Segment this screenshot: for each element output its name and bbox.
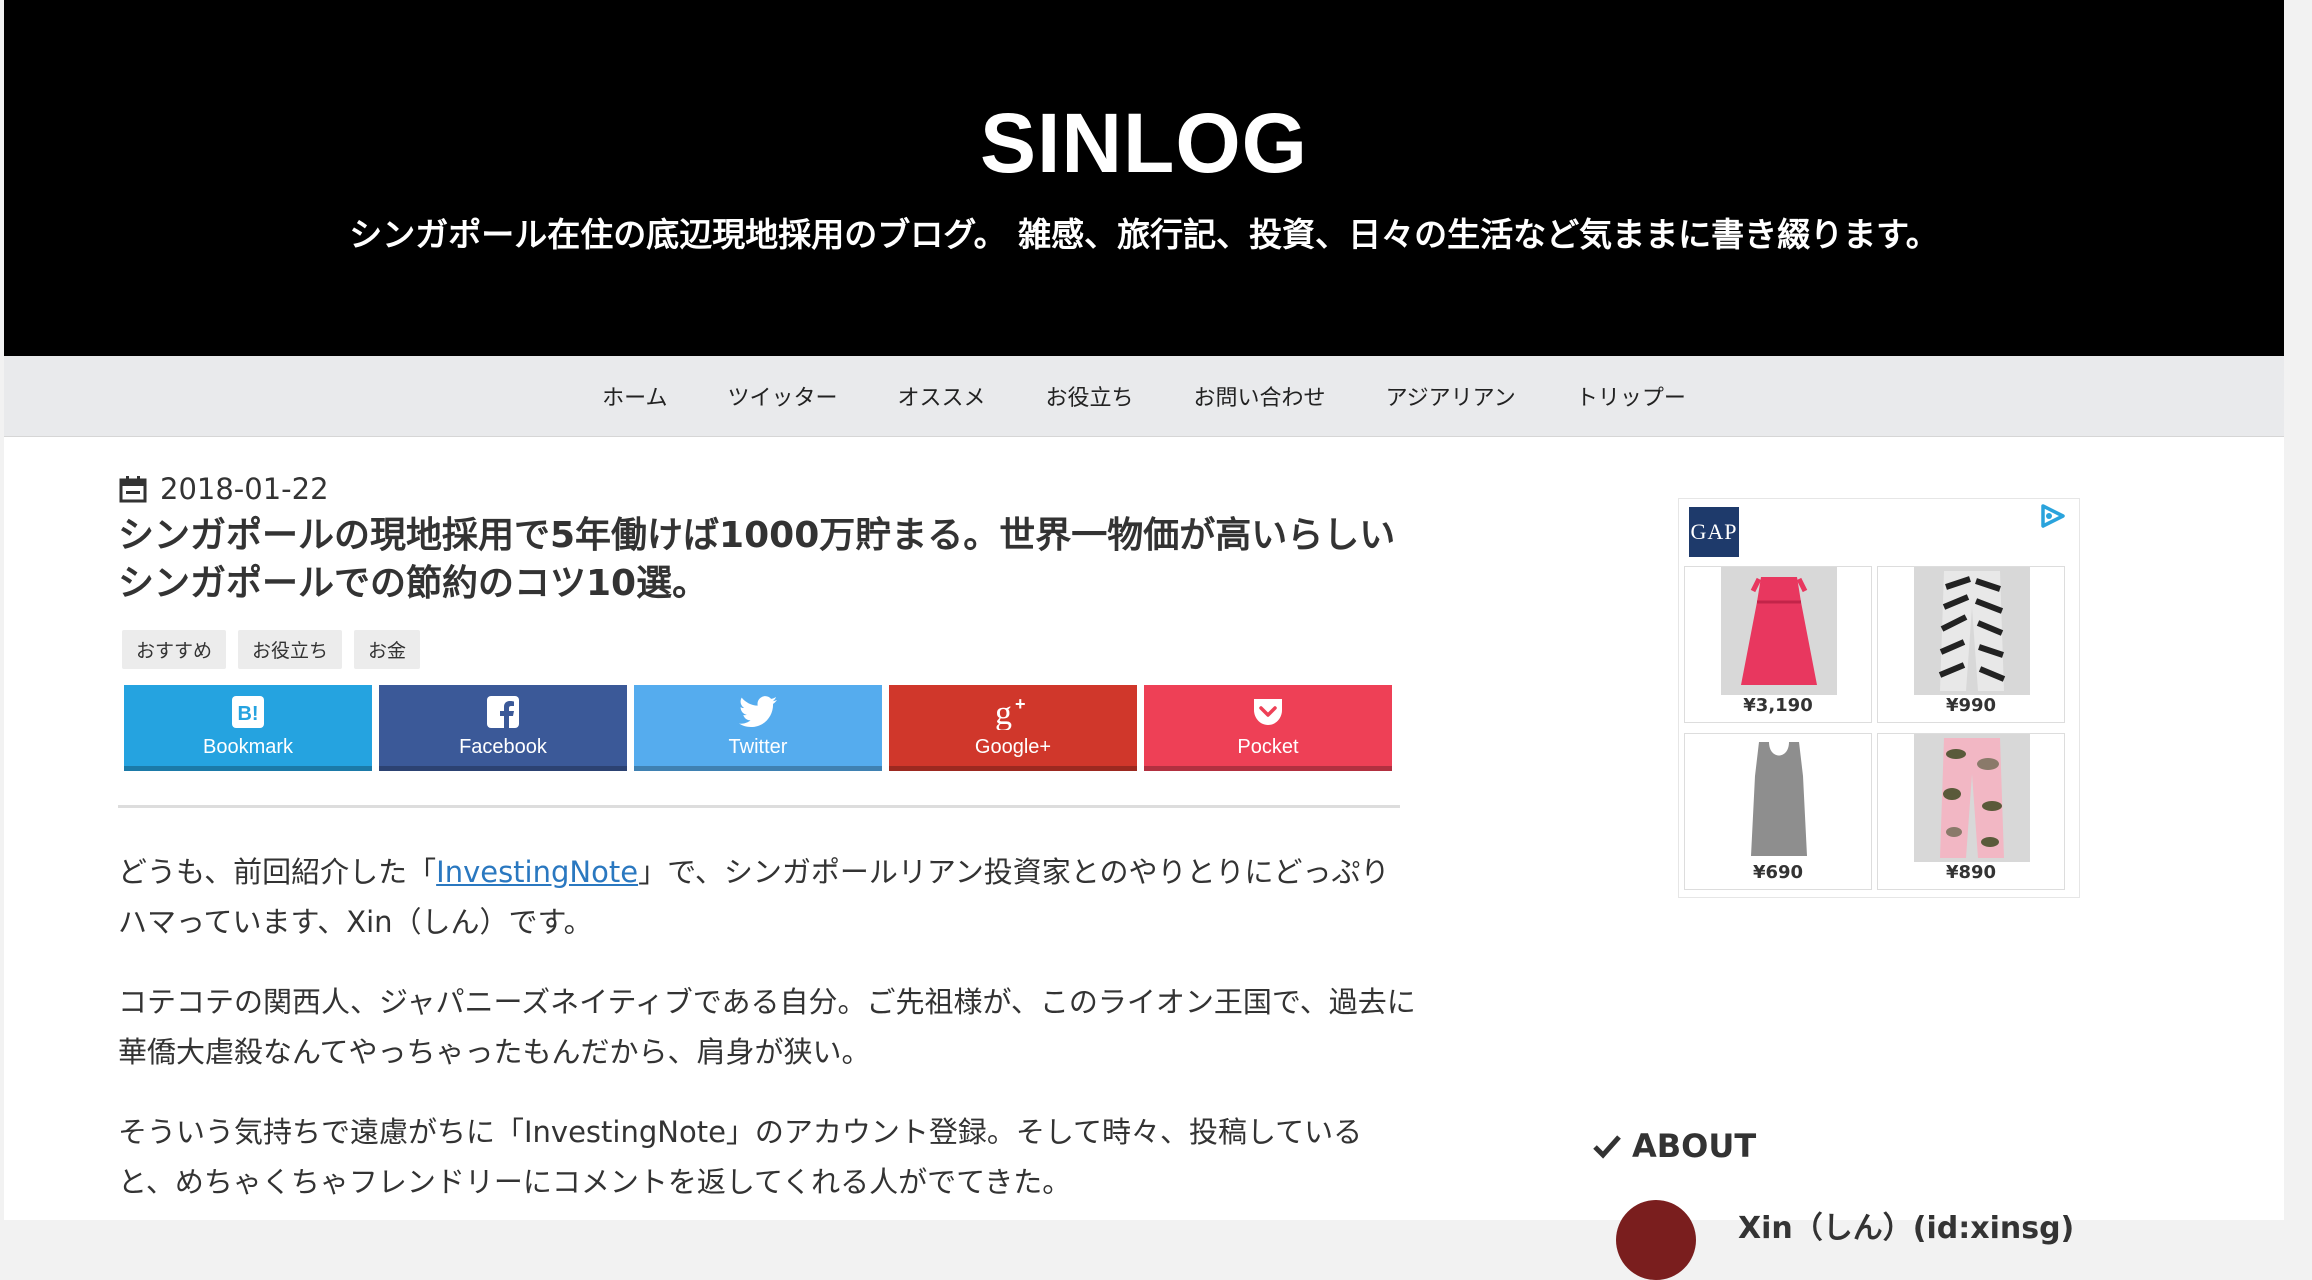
post-date: 2018-01-22 bbox=[118, 472, 329, 506]
ad-product-camo-leggings[interactable]: ¥890 bbox=[1877, 733, 2065, 890]
facebook-share-button[interactable]: Facebook bbox=[379, 685, 627, 771]
sidebar-ad[interactable]: GAP ¥3,190 ¥990 ¥690 ¥890 bbox=[1678, 498, 2080, 898]
ad-price-4: ¥890 bbox=[1945, 862, 1997, 883]
paragraph-2: コテコテの関西人、ジャパニーズネイティブである自分。ご先祖様が、このライオン王国… bbox=[118, 985, 1416, 1069]
post-date-text: 2018-01-22 bbox=[160, 472, 329, 506]
tag-money[interactable]: お金 bbox=[354, 630, 421, 669]
nav-item-asian[interactable]: アジアリアン bbox=[1386, 380, 1516, 412]
tag-useful[interactable]: お役立ち bbox=[238, 630, 343, 669]
nav-item-contact[interactable]: お問い合わせ bbox=[1194, 380, 1326, 412]
global-nav: ホーム ツイッター オススメ お役立ち お問い合わせ アジアリアン トリップー bbox=[4, 356, 2284, 437]
google-plus-icon: g + bbox=[995, 694, 1026, 730]
profile-name[interactable]: Xin（しん）(id:xinsg) bbox=[1738, 1203, 2074, 1247]
nav-item-twitter[interactable]: ツイッター bbox=[728, 380, 838, 412]
bookmark-label: Bookmark bbox=[202, 736, 294, 758]
pocket-label: Pocket bbox=[1237, 736, 1299, 758]
svg-text:B!: B! bbox=[237, 703, 258, 725]
twitter-share-button[interactable]: Twitter bbox=[634, 685, 882, 771]
nav-item-home[interactable]: ホーム bbox=[602, 380, 667, 412]
pocket-icon bbox=[1254, 699, 1282, 725]
about-heading-text: ABOUT bbox=[1632, 1127, 1757, 1165]
google-plus-share-button[interactable]: g + Google+ bbox=[889, 685, 1137, 771]
paragraph-1: どうも、前回紹介した「InvestingNote」で、シンガポールリアン投資家と… bbox=[118, 847, 1418, 947]
pocket-share-button[interactable]: Pocket bbox=[1144, 685, 1392, 771]
nav-item-trip[interactable]: トリップー bbox=[1576, 380, 1686, 412]
paragraph-3: そういう気持ちで遠慮がちに「InvestingNote」のアカウント登録。そして… bbox=[118, 1115, 1363, 1199]
divider bbox=[118, 805, 1400, 808]
facebook-icon bbox=[487, 696, 519, 729]
svg-text:+: + bbox=[1015, 694, 1026, 714]
post-tags: おすすめ お役立ち お金 bbox=[122, 630, 432, 669]
nav-item-recommend[interactable]: オススメ bbox=[898, 380, 986, 412]
hatena-bookmark-button[interactable]: B! Bookmark bbox=[124, 685, 372, 771]
ad-price-2: ¥990 bbox=[1945, 695, 1997, 716]
adchoices-icon[interactable] bbox=[2039, 503, 2067, 529]
twitter-icon bbox=[739, 696, 777, 728]
check-icon bbox=[1593, 1135, 1621, 1159]
share-buttons: B! Bookmark Facebook Twitter g + Google+… bbox=[124, 685, 1399, 771]
avatar[interactable] bbox=[1616, 1200, 1696, 1280]
site-description: シンガポール在住の底辺現地採用のブログ。 雑感、旅行記、投資、日々の生活など気ま… bbox=[349, 215, 1939, 254]
post-title: シンガポールの現地採用で5年働けば1000万貯まる。世界一物価が高いらしいシンガ… bbox=[118, 515, 1396, 604]
hatena-bookmark-icon: B! bbox=[232, 696, 264, 728]
ad-price-3: ¥690 bbox=[1752, 862, 1804, 883]
paragraph-1-start: どうも、前回紹介した「 bbox=[118, 855, 437, 889]
ad-price-1: ¥3,190 bbox=[1743, 695, 1813, 716]
pink-dress-image bbox=[1721, 567, 1837, 695]
twitter-label: Twitter bbox=[728, 736, 788, 758]
tag-recommend[interactable]: おすすめ bbox=[122, 630, 227, 669]
about-heading: ABOUT bbox=[1592, 1127, 1756, 1165]
camo-leggings-image bbox=[1914, 734, 2030, 862]
calendar-icon bbox=[119, 476, 147, 503]
site-header: SINLOG シンガポール在住の底辺現地採用のブログ。 雑感、旅行記、投資、日々… bbox=[4, 0, 2284, 356]
ad-product-pink-dress[interactable]: ¥3,190 bbox=[1684, 566, 1872, 723]
investingnote-link[interactable]: InvestingNote bbox=[436, 855, 638, 889]
nav-item-useful[interactable]: お役立ち bbox=[1046, 380, 1134, 412]
ad-product-zebra-leggings[interactable]: ¥990 bbox=[1877, 566, 2065, 723]
ad-product-gray-tank-top[interactable]: ¥690 bbox=[1684, 733, 1872, 890]
svg-text:g: g bbox=[995, 695, 1012, 730]
gap-logo[interactable]: GAP bbox=[1689, 507, 1739, 557]
zebra-leggings-image bbox=[1914, 567, 2030, 695]
gray-tank-top-image bbox=[1721, 734, 1837, 862]
google-plus-label: Google+ bbox=[974, 736, 1052, 758]
facebook-label: Facebook bbox=[459, 736, 547, 758]
site-title[interactable]: SINLOG bbox=[4, 95, 2284, 192]
